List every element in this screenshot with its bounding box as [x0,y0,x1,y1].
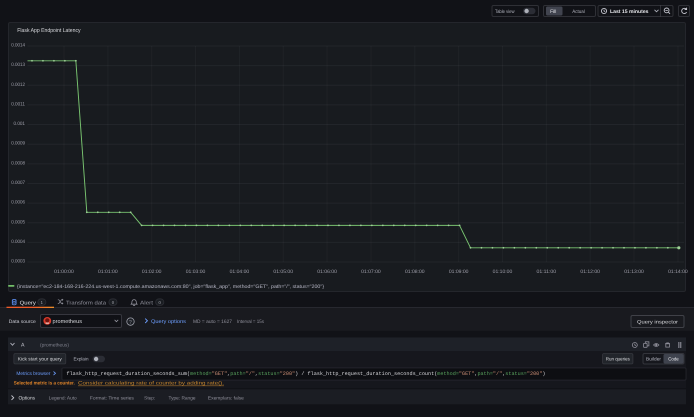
svg-text:Fill: Fill [550,9,556,15]
svg-text:01:00:00: 01:00:00 [54,269,74,275]
svg-text:Type: Range: Type: Range [169,396,196,401]
svg-text:prometheus: prometheus [53,319,83,325]
svg-text:{instance="ec2-184-168-216-224: {instance="ec2-184-168-216-224.us-west-1… [17,284,324,290]
svg-text:0.0006: 0.0006 [11,200,25,206]
svg-text:0.0009: 0.0009 [11,141,25,147]
svg-text:Alert: Alert [140,300,154,306]
svg-text:Kick start your query: Kick start your query [18,357,63,363]
svg-text:flask_http_request_duration_se: flask_http_request_duration_seconds_sum( [67,371,191,377]
svg-text:MD = auto = 1627: MD = auto = 1627 [193,319,232,325]
svg-text:01:02:00: 01:02:00 [142,269,162,275]
svg-text:Query options: Query options [151,319,186,325]
svg-text:0.0003: 0.0003 [11,259,25,265]
svg-text:path=: path= [230,371,245,377]
svg-text:Explain: Explain [74,357,89,363]
svg-text:path=: path= [477,371,492,377]
svg-text:Transform data: Transform data [66,300,106,306]
svg-text:Actual: Actual [572,9,585,15]
svg-text:(prometheus): (prometheus) [40,343,69,349]
svg-text:Exemplars: false: Exemplars: false [208,396,244,401]
svg-text:Query inspector: Query inspector [637,320,678,326]
svg-text:"/": "/" [246,371,255,377]
svg-text:0.0011: 0.0011 [11,101,25,107]
svg-text:Code: Code [668,357,679,363]
svg-text:"GET": "GET" [459,371,474,377]
svg-text:Selected metric is a counter.: Selected metric is a counter. [14,381,76,387]
svg-text:0.0012: 0.0012 [11,82,25,88]
svg-text:?: ? [129,320,132,326]
svg-text:Format: Time series: Format: Time series [90,396,135,401]
svg-text:A: A [21,343,25,349]
svg-text:): ) [542,371,545,377]
svg-text:Flask App Endpoint Latency: Flask App Endpoint Latency [17,27,80,34]
svg-text:01:07:00: 01:07:00 [361,269,381,275]
svg-text:"GET": "GET" [212,371,227,377]
svg-text:01:03:00: 01:03:00 [186,269,206,275]
svg-text:01:01:00: 01:01:00 [98,269,118,275]
svg-text:01:08:00: 01:08:00 [405,269,425,275]
svg-text:0.0008: 0.0008 [11,160,25,166]
svg-text:) / flask_http_request_duratio: ) / flask_http_request_duration_seconds_… [295,371,437,377]
svg-text:0.0005: 0.0005 [11,219,25,225]
svg-text:0.0004: 0.0004 [11,239,25,245]
svg-text:01:11:00: 01:11:00 [537,269,557,275]
svg-text:method=: method= [437,371,459,377]
svg-text:Options: Options [19,396,36,402]
svg-text:0.0007: 0.0007 [11,180,25,186]
svg-text:Run queries: Run queries [606,357,631,363]
svg-text:method=: method= [190,371,212,377]
svg-text:01:13:00: 01:13:00 [624,269,644,275]
svg-text:01:10:00: 01:10:00 [493,269,513,275]
svg-text:Builder: Builder [646,357,661,363]
svg-text:01:12:00: 01:12:00 [580,269,600,275]
svg-text:Legend: Auto: Legend: Auto [49,396,77,401]
svg-text:01:06:00: 01:06:00 [317,269,337,275]
svg-text:"200": "200" [527,371,542,377]
svg-text:01:14:00: 01:14:00 [668,269,688,275]
svg-text:Data source: Data source [9,319,36,325]
svg-text:0.0013: 0.0013 [11,62,25,68]
svg-text:0.0014: 0.0014 [11,43,25,49]
svg-text:Table view: Table view [495,9,515,15]
svg-text:01:05:00: 01:05:00 [273,269,293,275]
svg-text:01:09:00: 01:09:00 [449,269,469,275]
svg-text:status=: status= [505,371,527,377]
svg-text:status=: status= [258,371,280,377]
svg-text:01:04:00: 01:04:00 [230,269,250,275]
svg-text:Consider calculating rate of c: Consider calculating rate of counter by … [78,381,224,387]
svg-text:Query: Query [20,300,37,306]
svg-text:0.001: 0.001 [14,121,26,127]
svg-text:"200": "200" [280,371,295,377]
svg-text:Step:: Step: [144,396,155,401]
svg-text:Metrics browser: Metrics browser [16,371,50,377]
svg-text:"/": "/" [493,371,502,377]
svg-text:Last 15 minutes: Last 15 minutes [610,9,649,15]
svg-text:Interval = 15s: Interval = 15s [237,319,265,325]
